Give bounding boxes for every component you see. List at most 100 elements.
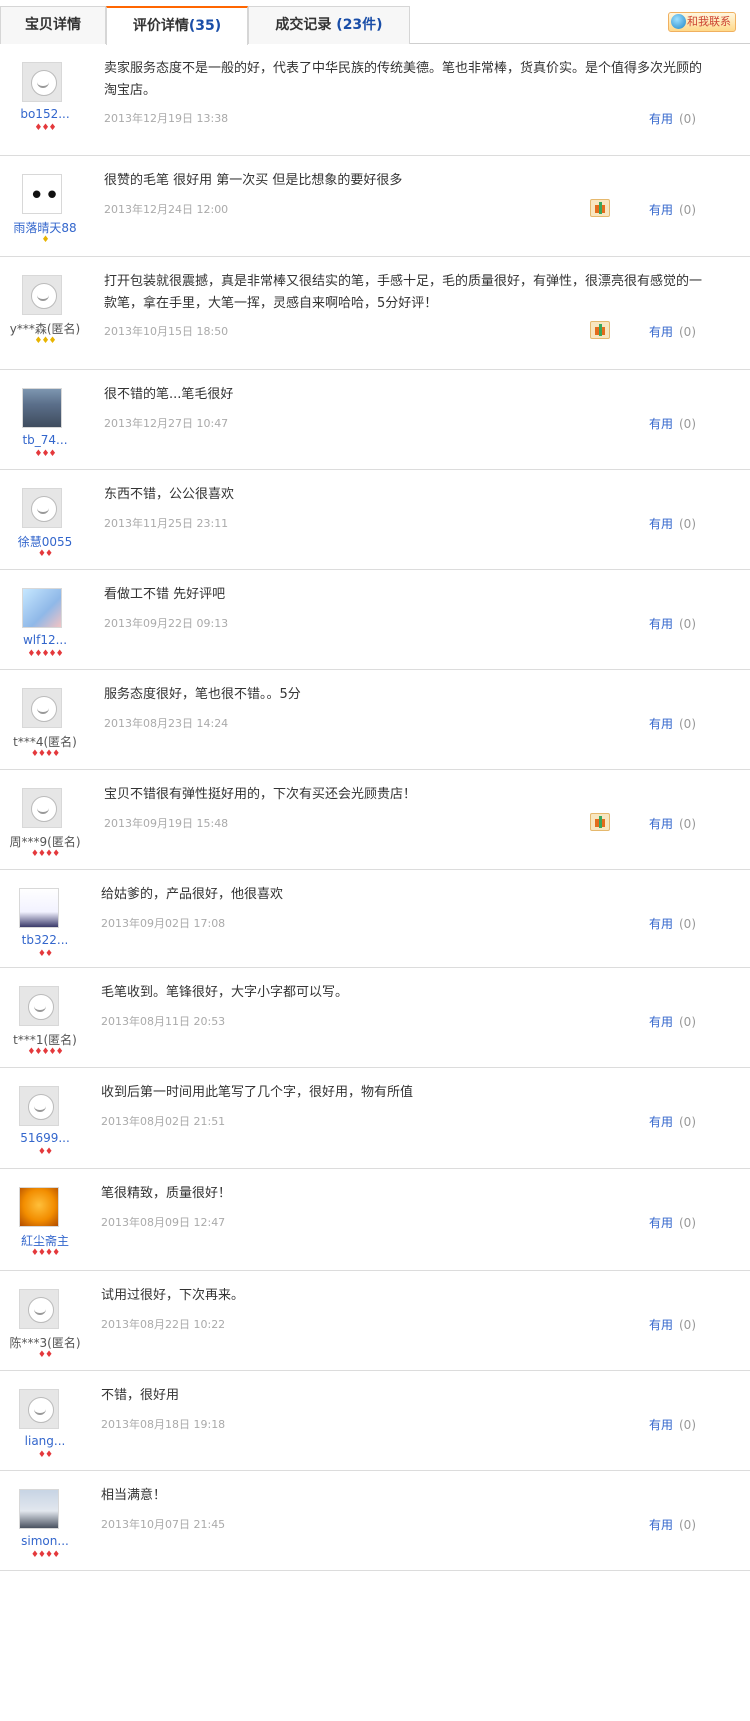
review-item: 徐慧0055 ♦♦ 东西不错，公公很喜欢 2013年11月25日 23:11 有用 (0): [0, 470, 750, 570]
review-item: bo152... ♦♦♦ 卖家服务态度不是一般的好，代表了中华民族的传统美德。笔也非…: [0, 44, 750, 156]
review-item: 周***9(匿名) ♦♦♦♦ 宝贝不错很有弹性挺好用的，下次有买还会光顾贵店！ 201…: [0, 770, 750, 870]
useful-vote-button[interactable]: 有用 (0): [649, 201, 696, 218]
credit-rating-icon: ♦♦♦♦: [30, 749, 60, 759]
avatar[interactable]: [22, 688, 62, 728]
review-date: 2013年12月24日 12:00: [104, 203, 229, 216]
useful-count: (0): [679, 717, 696, 731]
gift-icon[interactable]: [590, 813, 610, 831]
review-date: 2013年09月19日 15:48: [104, 817, 229, 830]
reviewer-nickname[interactable]: liang...: [0, 1434, 90, 1448]
useful-vote-button[interactable]: 有用 (0): [649, 515, 696, 532]
useful-label: 有用: [648, 1318, 673, 1332]
avatar[interactable]: [19, 1289, 59, 1329]
tab-reviews[interactable]: 评价详情(35): [106, 6, 248, 45]
reviewer-nickname: 周***9(匿名): [9, 835, 81, 849]
reviewer-nickname[interactable]: bo152...: [0, 107, 90, 121]
review-date: 2013年08月11日 20:53: [101, 1015, 226, 1028]
review-date: 2013年08月02日 21:51: [101, 1115, 226, 1128]
avatar[interactable]: [19, 1489, 59, 1529]
useful-count: (0): [679, 112, 696, 126]
review-content: 毛笔收到。笔锋很好，大字小字都可以写。: [101, 985, 349, 1000]
reviewer-nickname[interactable]: tb_74...: [0, 433, 90, 447]
reviewer-nickname[interactable]: 雨落晴天88: [0, 219, 90, 236]
contact-button[interactable]: 和我联系: [668, 12, 736, 32]
useful-vote-button[interactable]: 有用 (0): [649, 1416, 696, 1433]
useful-label: 有用: [648, 417, 673, 431]
useful-label: 有用: [648, 1518, 673, 1532]
reviewer-nickname[interactable]: wlf12...: [0, 633, 90, 647]
credit-rating-icon: ♦♦♦♦♦: [27, 649, 63, 659]
tab-item-details[interactable]: 宝贝详情: [0, 6, 106, 44]
credit-rating-icon: ♦♦: [37, 949, 53, 959]
useful-vote-button[interactable]: 有用 (0): [649, 915, 696, 932]
useful-count: (0): [679, 917, 696, 931]
tab-transactions-label: 成交记录: [275, 17, 332, 33]
useful-vote-button[interactable]: 有用 (0): [649, 815, 696, 832]
review-item: wlf12... ♦♦♦♦♦ 看做工不错 先好评吧 2013年09月22日 09:13…: [0, 570, 750, 670]
avatar[interactable]: [22, 488, 62, 528]
credit-rating-icon: ♦♦♦♦: [30, 1248, 60, 1258]
review-content: 东西不错，公公很喜欢: [104, 487, 235, 502]
useful-label: 有用: [648, 1418, 673, 1432]
useful-label: 有用: [648, 1115, 673, 1129]
review-item: tb322... ♦♦ 给姑爹的，产品很好，他很喜欢 2013年09月02日 17:0…: [0, 870, 750, 968]
useful-vote-button[interactable]: 有用 (0): [649, 415, 696, 432]
useful-label: 有用: [648, 517, 673, 531]
useful-vote-button[interactable]: 有用 (0): [649, 323, 696, 340]
chat-icon: [671, 14, 686, 29]
review-date: 2013年08月22日 10:22: [101, 1318, 226, 1331]
avatar[interactable]: [19, 1086, 59, 1126]
tab-transactions[interactable]: 成交记录 (23件): [248, 6, 410, 44]
reviewer-nickname: t***1(匿名): [13, 1033, 77, 1047]
review-item: 51699... ♦♦ 收到后第一时间用此笔写了几个字，很好用，物有所值 2013年0…: [0, 1068, 750, 1169]
reviewer-nickname[interactable]: simon...: [0, 1534, 90, 1548]
review-content: 看做工不错 先好评吧: [104, 587, 226, 602]
avatar[interactable]: [22, 788, 62, 828]
avatar[interactable]: [22, 275, 62, 315]
reviewer-nickname[interactable]: tb322...: [0, 933, 90, 947]
review-content: 笔很精致，质量很好！: [101, 1186, 232, 1201]
review-content: 不错，很好用: [101, 1388, 180, 1403]
reviewer-nickname[interactable]: 紅尘斋主: [0, 1232, 90, 1249]
gift-icon[interactable]: [590, 321, 610, 339]
useful-vote-button[interactable]: 有用 (0): [649, 110, 696, 127]
credit-rating-icon: ♦♦: [37, 1350, 53, 1360]
avatar[interactable]: [22, 588, 62, 628]
review-date: 2013年12月19日 13:38: [104, 112, 229, 125]
useful-label: 有用: [648, 1216, 673, 1230]
avatar[interactable]: [19, 888, 59, 928]
useful-label: 有用: [648, 1015, 673, 1029]
reviewer-nickname[interactable]: 徐慧0055: [0, 533, 90, 550]
review-item: 雨落晴天88♦ 很赞的毛笔 很好用 第一次买 但是比想象的要好很多 2013年12月…: [0, 156, 750, 257]
useful-label: 有用: [648, 617, 673, 631]
useful-count: (0): [679, 417, 696, 431]
gift-icon[interactable]: [590, 199, 610, 217]
review-content: 卖家服务态度不是一般的好，代表了中华民族的传统美德。笔也非常棒，货真价实。是个值…: [104, 61, 703, 98]
reviewer-nickname[interactable]: 51699...: [0, 1131, 90, 1145]
review-date: 2013年11月25日 23:11: [104, 517, 229, 530]
tab-transactions-count: 23: [342, 17, 363, 33]
useful-vote-button[interactable]: 有用 (0): [649, 1013, 696, 1030]
useful-vote-button[interactable]: 有用 (0): [649, 615, 696, 632]
avatar[interactable]: [19, 1187, 59, 1227]
useful-vote-button[interactable]: 有用 (0): [649, 1113, 696, 1130]
useful-count: (0): [679, 1216, 696, 1230]
credit-rating-icon: ♦: [41, 235, 49, 245]
avatar[interactable]: [19, 1389, 59, 1429]
review-date: 2013年08月18日 19:18: [101, 1418, 226, 1431]
review-item: t***1(匿名) ♦♦♦♦♦ 毛笔收到。笔锋很好，大字小字都可以写。 2013年08…: [0, 968, 750, 1068]
avatar[interactable]: [22, 174, 62, 214]
review-item: y***森(匿名) ♦♦♦ 打开包装就很震撼，真是非常棒又很结实的笔，手感十足，毛的…: [0, 257, 750, 370]
avatar[interactable]: [22, 388, 62, 428]
contact-label: 和我联系: [687, 15, 731, 28]
useful-vote-button[interactable]: 有用 (0): [649, 1316, 696, 1333]
useful-vote-button[interactable]: 有用 (0): [649, 715, 696, 732]
review-item: 陈***3(匿名) ♦♦ 试用过很好，下次再来。 2013年08月22日 10:22 有…: [0, 1271, 750, 1371]
review-item: liang... ♦♦ 不错，很好用 2013年08月18日 19:18 有用 (0): [0, 1371, 750, 1471]
useful-count: (0): [679, 1318, 696, 1332]
tab-item-details-label: 宝贝详情: [25, 17, 81, 33]
useful-vote-button[interactable]: 有用 (0): [649, 1214, 696, 1231]
avatar[interactable]: [22, 62, 62, 102]
useful-vote-button[interactable]: 有用 (0): [649, 1516, 696, 1533]
avatar[interactable]: [19, 986, 59, 1026]
